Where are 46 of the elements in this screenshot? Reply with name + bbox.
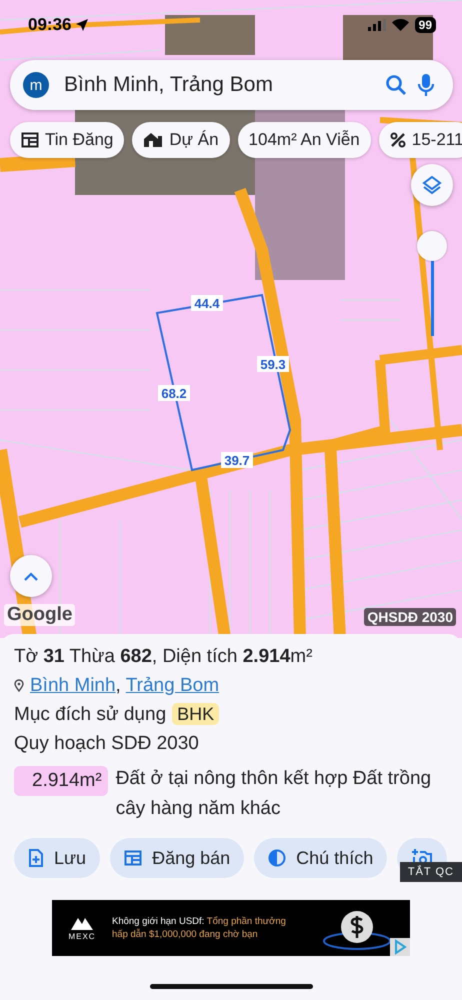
- close-ads-tooltip[interactable]: TẮT QC: [400, 862, 462, 882]
- table-icon: [124, 850, 142, 866]
- district-link[interactable]: Trảng Bom: [126, 675, 220, 696]
- account-avatar[interactable]: m: [23, 72, 49, 98]
- usage-label: Mục đích sử dụng: [14, 704, 166, 725]
- add-file-icon: [28, 849, 44, 867]
- location-pin-icon: [14, 679, 24, 692]
- collapse-up-button[interactable]: [10, 555, 52, 597]
- search-query: Bình Minh, Trảng Bom: [64, 73, 274, 97]
- brand-name: MEXC: [68, 932, 96, 940]
- brand-logo-icon: [71, 916, 93, 930]
- layers-button[interactable]: [411, 164, 453, 206]
- edge-length-label: 39.7: [221, 452, 253, 468]
- clock-time: 09:36: [28, 15, 72, 35]
- filter-chip[interactable]: Dự Án: [132, 122, 230, 158]
- chevron-up-icon: [24, 572, 38, 580]
- wifi-icon: [392, 19, 409, 31]
- search-field[interactable]: m Bình Minh, Trảng Bom: [10, 60, 453, 110]
- battery-level: 99: [414, 17, 436, 33]
- map-logo: Google: [4, 604, 76, 626]
- signal-icon: [368, 19, 386, 31]
- location-arrow-icon: [75, 18, 90, 32]
- edge-length-label: 68.2: [158, 385, 190, 401]
- contrast-icon: [268, 849, 286, 867]
- house-icon: [143, 132, 164, 148]
- parcel-title: Tờ 31 Thừa 682, Diện tích 2.914m²: [14, 645, 314, 669]
- microphone-icon[interactable]: [417, 73, 435, 97]
- map-layer-label: QHSDĐ 2030: [364, 608, 456, 626]
- action-button[interactable]: Chú thích: [254, 838, 388, 878]
- land-use-code: BHK: [172, 703, 220, 725]
- plan-title: Quy hoạch SDĐ 2030: [14, 732, 200, 756]
- edge-length-label: 44.4: [191, 295, 223, 311]
- commune-link[interactable]: Bình Minh: [30, 675, 116, 696]
- separator-comma: ,: [116, 675, 121, 696]
- ad-text: Không giới hạn USDf: Tổng phần thưởng hấp dẫn $1,000,000 đang chờ bạn: [112, 915, 287, 941]
- filter-chip[interactable]: 104m² An Viễn: [238, 122, 371, 158]
- zone-area: 2.914m²: [14, 766, 108, 796]
- layers-icon: [422, 175, 442, 195]
- filter-chip[interactable]: Tin Đăng: [10, 122, 124, 158]
- table-icon: [21, 132, 39, 148]
- action-button[interactable]: Lưu: [14, 838, 100, 878]
- zone-description: Đất ở tại nông thôn kết hợp Đất trồng cây hàng năm khác: [116, 767, 432, 821]
- ad-banner[interactable]: MEXC Không giới hạn USDf: Tổng phần thưởng hấp dẫn $1,000,000 đang chờ bạn: [52, 900, 410, 956]
- edge-length-label: 59.3: [257, 356, 289, 372]
- search-icon[interactable]: [385, 74, 407, 96]
- action-button[interactable]: Đăng bán: [110, 838, 244, 878]
